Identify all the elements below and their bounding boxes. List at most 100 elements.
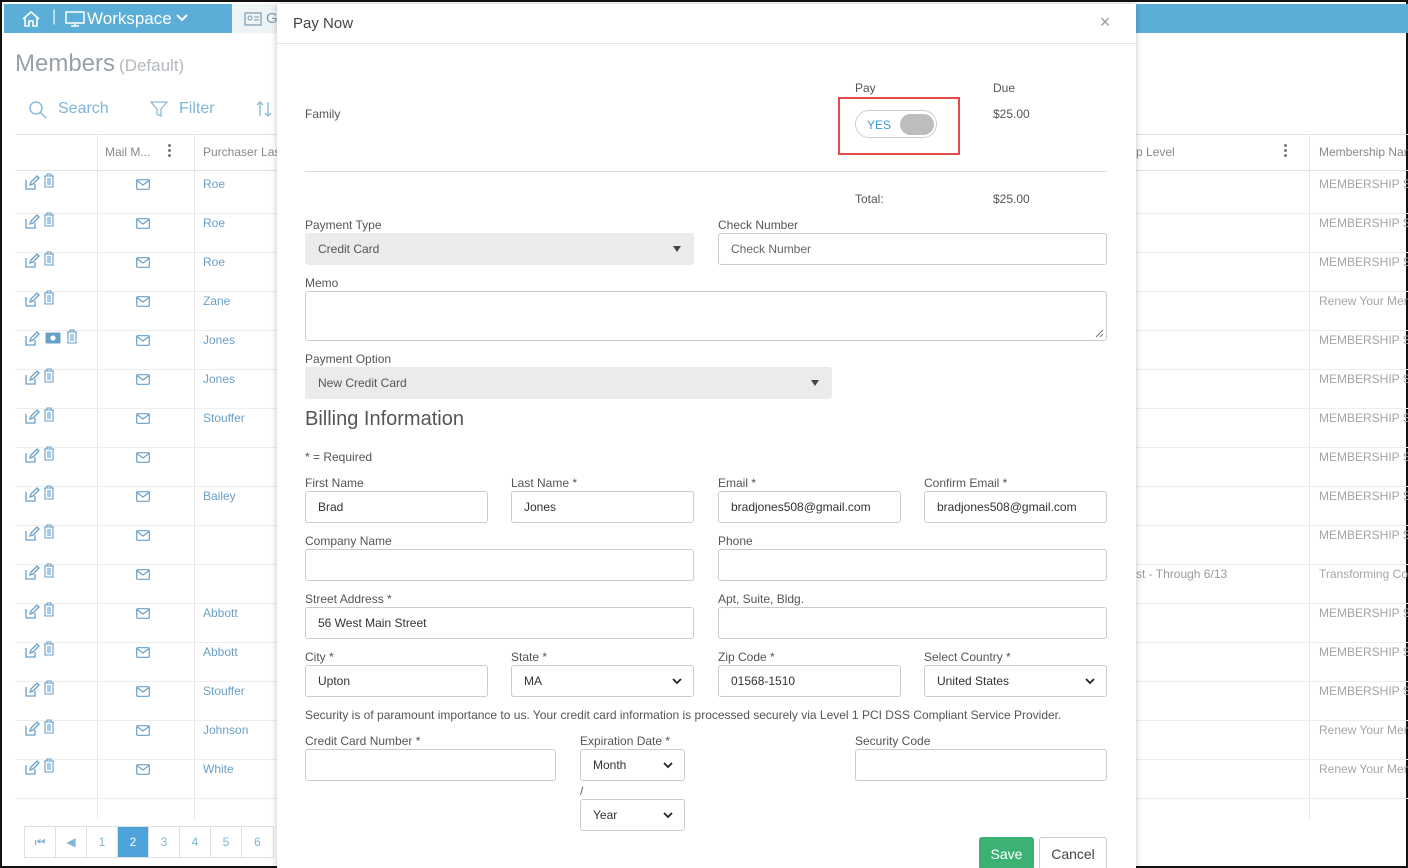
edit-icon[interactable] — [24, 760, 40, 776]
purchaser-last-name[interactable]: Johnson — [203, 723, 248, 737]
trash-icon[interactable] — [43, 524, 55, 539]
page-button[interactable]: 5 — [211, 827, 242, 857]
purchaser-last-name[interactable]: Roe — [203, 216, 225, 230]
column-header-mail[interactable]: Mail M... — [105, 145, 150, 159]
column-menu-icon[interactable] — [168, 144, 172, 158]
edit-icon[interactable] — [24, 448, 40, 464]
purchaser-last-name[interactable]: Stouffer — [203, 684, 245, 698]
page-button[interactable]: 6 — [242, 827, 273, 857]
mail-icon[interactable] — [136, 216, 150, 229]
edit-icon[interactable] — [24, 682, 40, 698]
trash-icon[interactable] — [43, 563, 55, 578]
purchaser-last-name[interactable]: White — [203, 762, 234, 776]
street-address-input[interactable]: 56 West Main Street — [305, 607, 694, 639]
mail-icon[interactable] — [136, 723, 150, 736]
city-input[interactable]: Upton — [305, 665, 488, 697]
trash-icon[interactable] — [43, 446, 55, 461]
mail-icon[interactable] — [136, 645, 150, 658]
company-input[interactable] — [305, 549, 694, 581]
trash-icon[interactable] — [43, 680, 55, 695]
zip-input[interactable]: 01568-1510 — [718, 665, 901, 697]
security-code-input[interactable] — [855, 749, 1107, 781]
page-button-current[interactable]: 2 — [118, 827, 149, 857]
mail-icon[interactable] — [136, 372, 150, 385]
mail-icon[interactable] — [136, 528, 150, 541]
purchaser-last-name[interactable]: Abbott — [203, 606, 238, 620]
workspace-menu[interactable]: Workspace — [87, 9, 172, 29]
edit-icon[interactable] — [24, 487, 40, 503]
trash-icon[interactable] — [66, 329, 78, 344]
phone-input[interactable] — [718, 549, 1107, 581]
mail-icon[interactable] — [136, 411, 150, 424]
edit-icon[interactable] — [24, 526, 40, 542]
payment-option-select[interactable]: New Credit Card — [305, 367, 832, 399]
purchaser-last-name[interactable]: Roe — [203, 177, 225, 191]
expiration-month-select[interactable]: Month — [580, 749, 685, 781]
last-name-input[interactable]: Jones — [511, 491, 694, 523]
column-header-level[interactable]: p Level — [1136, 145, 1175, 159]
trash-icon[interactable] — [43, 485, 55, 500]
prev-page-button[interactable]: ◀ — [56, 827, 87, 857]
mail-icon[interactable] — [136, 177, 150, 190]
mail-icon[interactable] — [136, 567, 150, 580]
edit-icon[interactable] — [24, 370, 40, 386]
email-input[interactable]: bradjones508@gmail.com — [718, 491, 901, 523]
edit-icon[interactable] — [24, 175, 40, 191]
column-menu-icon[interactable] — [1284, 144, 1288, 158]
column-header-membership[interactable]: Membership Nar — [1319, 145, 1408, 159]
confirm-email-input[interactable]: bradjones508@gmail.com — [924, 491, 1107, 523]
trash-icon[interactable] — [43, 641, 55, 656]
country-select[interactable]: United States — [924, 665, 1107, 697]
purchaser-last-name[interactable]: Stouffer — [203, 411, 245, 425]
first-name-input[interactable]: Brad — [305, 491, 488, 523]
edit-icon[interactable] — [24, 604, 40, 620]
mail-icon[interactable] — [136, 684, 150, 697]
edit-icon[interactable] — [24, 565, 40, 581]
payment-icon[interactable] — [45, 331, 61, 344]
trash-icon[interactable] — [43, 407, 55, 422]
first-page-button[interactable]: ⏮ — [25, 827, 56, 857]
mail-icon[interactable] — [136, 762, 150, 775]
edit-icon[interactable] — [24, 214, 40, 230]
cc-number-input[interactable] — [305, 749, 556, 781]
edit-icon[interactable] — [24, 253, 40, 269]
check-number-input[interactable]: Check Number — [718, 233, 1107, 265]
mail-icon[interactable] — [136, 294, 150, 307]
column-header-purchaser[interactable]: Purchaser Las — [203, 145, 280, 159]
chevron-down-icon[interactable] — [175, 13, 189, 23]
resize-grip-icon[interactable] — [1095, 329, 1104, 338]
trash-icon[interactable] — [43, 251, 55, 266]
purchaser-last-name[interactable]: Zane — [203, 294, 230, 308]
trash-icon[interactable] — [43, 368, 55, 383]
page-button[interactable]: 1 — [87, 827, 118, 857]
edit-icon[interactable] — [24, 292, 40, 308]
edit-icon[interactable] — [24, 331, 40, 347]
purchaser-last-name[interactable]: Abbott — [203, 645, 238, 659]
edit-icon[interactable] — [24, 409, 40, 425]
mail-icon[interactable] — [136, 606, 150, 619]
mail-icon[interactable] — [136, 489, 150, 502]
save-button[interactable]: Save — [979, 837, 1034, 868]
page-button[interactable]: 4 — [180, 827, 211, 857]
memo-textarea[interactable] — [305, 291, 1107, 341]
trash-icon[interactable] — [43, 173, 55, 188]
cancel-button[interactable]: Cancel — [1039, 837, 1107, 868]
state-select[interactable]: MA — [511, 665, 694, 697]
edit-icon[interactable] — [24, 643, 40, 659]
trash-icon[interactable] — [43, 602, 55, 617]
close-icon[interactable]: × — [1097, 12, 1113, 33]
trash-icon[interactable] — [43, 212, 55, 227]
purchaser-last-name[interactable]: Jones — [203, 372, 235, 386]
trash-icon[interactable] — [43, 719, 55, 734]
purchaser-last-name[interactable]: Roe — [203, 255, 225, 269]
mail-icon[interactable] — [136, 450, 150, 463]
home-icon[interactable] — [20, 9, 42, 29]
apt-input[interactable] — [718, 607, 1107, 639]
trash-icon[interactable] — [43, 290, 55, 305]
sort-icon[interactable] — [255, 99, 273, 119]
mail-icon[interactable] — [136, 333, 150, 346]
expiration-year-select[interactable]: Year — [580, 799, 685, 831]
mail-icon[interactable] — [136, 255, 150, 268]
edit-icon[interactable] — [24, 721, 40, 737]
purchaser-last-name[interactable]: Bailey — [203, 489, 236, 503]
